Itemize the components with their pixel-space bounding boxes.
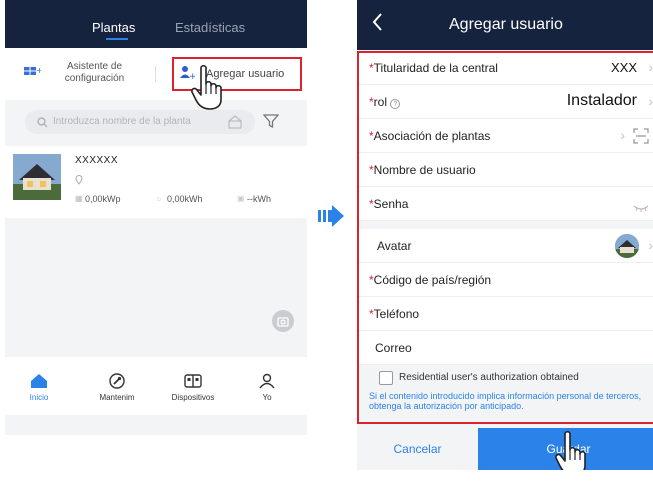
nav-mantenim[interactable]: Mantenim bbox=[87, 373, 147, 402]
active-tab-indicator bbox=[106, 38, 128, 40]
nav-mantenim-label: Mantenim bbox=[99, 393, 135, 402]
floating-camera-button[interactable] bbox=[272, 310, 294, 332]
svg-text:+: + bbox=[36, 66, 41, 75]
nav-yo-label: Yo bbox=[262, 393, 272, 402]
plants-screen: Plantas Estadísticas + Asistente de conf… bbox=[5, 0, 307, 435]
nav-inicio[interactable]: Inicio bbox=[9, 373, 69, 402]
plant-card[interactable]: XXXXXX ▦ 0,00kWp ☼ 0,00kWh ▣ --kWh bbox=[5, 146, 307, 218]
sun-icon: ☼ bbox=[155, 194, 163, 203]
nav-yo[interactable]: Yo bbox=[237, 373, 297, 402]
plant-name: XXXXXX bbox=[75, 155, 119, 166]
top-bar: Agregar usuario bbox=[357, 0, 653, 50]
filter-icon[interactable] bbox=[262, 113, 280, 134]
add-user-screen: Agregar usuario *Titularidad de la centr… bbox=[357, 0, 653, 470]
divider bbox=[155, 66, 156, 82]
tap-hand-icon bbox=[189, 64, 231, 115]
cancel-button[interactable]: Cancelar bbox=[357, 428, 478, 470]
plant-capacity: 0,00kWp bbox=[85, 194, 121, 204]
nav-dispositivos[interactable]: Dispositivos bbox=[163, 373, 223, 402]
top-bar: Plantas Estadísticas bbox=[5, 0, 307, 48]
wrench-icon bbox=[108, 373, 126, 391]
page-title: Agregar usuario bbox=[449, 16, 563, 33]
back-icon[interactable] bbox=[371, 12, 383, 37]
tab-estadisticas[interactable]: Estadísticas bbox=[175, 20, 245, 35]
search-input[interactable]: Introduzca nombre de la planta bbox=[53, 116, 213, 127]
tab-plantas[interactable]: Plantas bbox=[92, 20, 135, 35]
nav-dispositivos-label: Dispositivos bbox=[171, 393, 215, 402]
form-highlight bbox=[357, 51, 653, 424]
setup-wizard-button[interactable]: Asistente de configuración bbox=[57, 61, 132, 85]
plant-thumbnail bbox=[13, 154, 61, 200]
plant-map-icon[interactable] bbox=[227, 115, 243, 134]
plant-energy: 0,00kWh bbox=[167, 194, 203, 204]
wizard-icon: + bbox=[23, 65, 43, 84]
solar-panel-icon: ▦ bbox=[75, 194, 83, 203]
home-icon bbox=[30, 374, 48, 391]
meter-icon: ▣ bbox=[237, 194, 245, 203]
plant-power: --kWh bbox=[247, 194, 271, 204]
step-arrow-icon bbox=[318, 205, 344, 232]
nav-inicio-label: Inicio bbox=[29, 393, 49, 402]
user-icon bbox=[258, 373, 276, 391]
devices-icon bbox=[184, 374, 202, 391]
search-icon bbox=[37, 115, 48, 133]
tap-hand-icon bbox=[553, 430, 595, 470]
location-icon bbox=[75, 172, 83, 190]
